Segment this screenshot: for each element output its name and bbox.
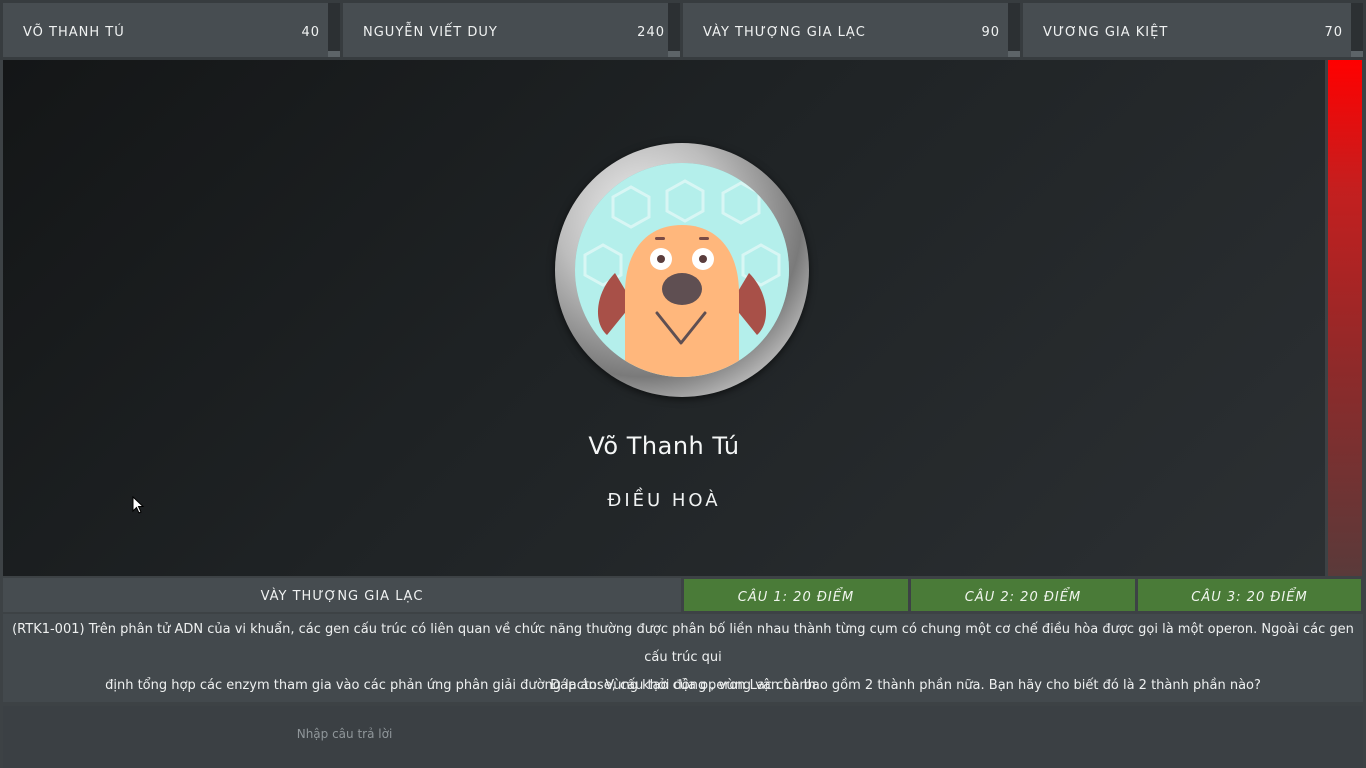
mouse-cursor-icon [132, 496, 145, 514]
player-meter-fill [1008, 51, 1020, 57]
countdown-timer-bar [1328, 60, 1362, 576]
player-name: VÀY THƯỢNG GIA LẠC [703, 25, 866, 40]
player-meter [328, 3, 340, 57]
question-bar: VÀY THƯỢNG GIA LẠC CÂU 1: 20 ĐIỂM CÂU 2:… [0, 578, 1366, 614]
player-card-3: VÀY THƯỢNG GIA LẠC 90 [683, 3, 1020, 57]
player-score: 240 [637, 25, 665, 40]
player-card-2: NGUYỄN VIẾT DUY 240 [343, 3, 680, 57]
main-stage: Võ Thanh Tú ĐIỀU HOÀ [3, 60, 1325, 576]
player-meter [1351, 3, 1363, 57]
player-name: NGUYỄN VIẾT DUY [363, 25, 498, 40]
player-meter-fill [328, 51, 340, 57]
answer-input[interactable] [3, 706, 686, 762]
player-card-4: VƯƠNG GIA KIỆT 70 [1023, 3, 1363, 57]
player-score: 70 [1324, 25, 1343, 40]
answer-key-text: Đáp án: Vùng khởi động , vùng vận hành [550, 678, 816, 693]
player-score: 40 [301, 25, 320, 40]
player-meter [1008, 3, 1020, 57]
question-1-button[interactable]: CÂU 1: 20 ĐIỂM [684, 579, 908, 611]
player-card-1: VÕ THANH TÚ 40 [3, 3, 340, 57]
player-meter-fill [668, 51, 680, 57]
player-meter [668, 3, 680, 57]
game-status-label: ĐIỀU HOÀ [607, 490, 721, 511]
player-name: VƯƠNG GIA KIỆT [1043, 25, 1169, 40]
question-line-1: (RTK1-001) Trên phân tử ADN của vi khuẩn… [12, 622, 1354, 665]
question-3-button[interactable]: CÂU 3: 20 ĐIỂM [1138, 579, 1361, 611]
current-player-name: Võ Thanh Tú [588, 432, 740, 460]
dog-avatar-icon [575, 163, 789, 377]
question-2-button[interactable]: CÂU 2: 20 ĐIỂM [911, 579, 1135, 611]
question-panel: (RTK1-001) Trên phân tử ADN của vi khuẩn… [3, 614, 1363, 702]
scoreboard: VÕ THANH TÚ 40 NGUYỄN VIẾT DUY 240 VÀY T… [0, 0, 1366, 60]
countdown-timer-fill [1328, 60, 1362, 576]
player-meter-fill [1351, 51, 1363, 57]
turn-player-label: VÀY THƯỢNG GIA LẠC [3, 578, 681, 612]
player-name: VÕ THANH TÚ [23, 25, 125, 40]
player-score: 90 [981, 25, 1000, 40]
avatar-frame [555, 143, 809, 397]
answer-row [3, 706, 1363, 768]
